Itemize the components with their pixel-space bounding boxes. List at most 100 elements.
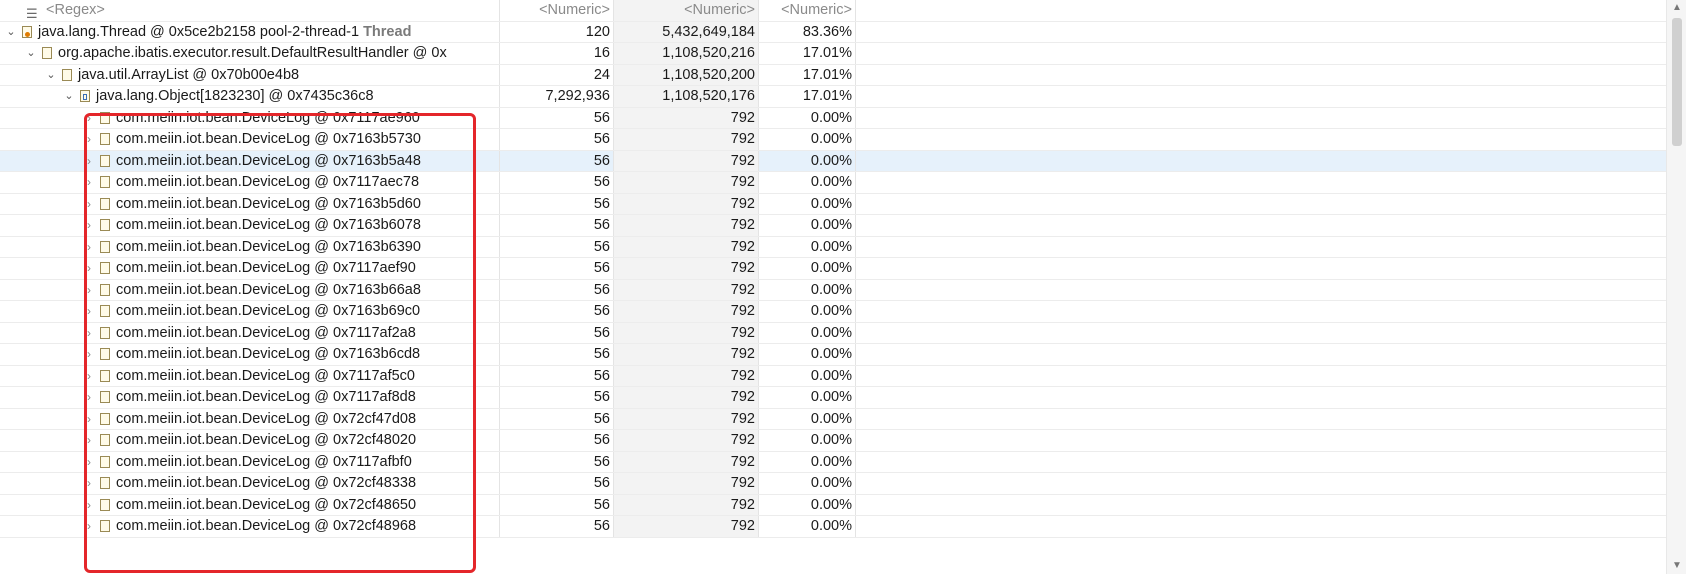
object-label: com.meiin.iot.bean.DeviceLog @ 0x72cf489… [116,516,416,537]
tree-row[interactable]: › com.meiin.iot.bean.DeviceLog @ 0x72cf48… [0,430,1666,452]
object-label: com.meiin.iot.bean.DeviceLog @ 0x7163b63… [116,237,421,258]
tree-row[interactable]: › com.meiin.iot.bean.DeviceLog @ 0x7163b6… [0,215,1666,237]
expand-arrow-icon[interactable]: › [83,387,95,408]
tree-row[interactable]: › com.meiin.iot.bean.DeviceLog @ 0x7117af… [0,387,1666,409]
object-label: com.meiin.iot.bean.DeviceLog @ 0x7117af5… [116,366,415,387]
tree-row[interactable]: › com.meiin.iot.bean.DeviceLog @ 0x72cf48… [0,516,1666,538]
object-name-cell[interactable]: › com.meiin.iot.bean.DeviceLog @ 0x7117af… [0,322,500,344]
expand-arrow-icon[interactable]: › [83,409,95,430]
tree-row[interactable]: ⌄ org.apache.ibatis.executor.result.Defau… [0,43,1666,65]
collapse-arrow-icon[interactable]: ⌄ [45,65,57,86]
collapse-arrow-icon[interactable]: ⌄ [25,43,37,64]
tree-row[interactable]: › com.meiin.iot.bean.DeviceLog @ 0x72cf48… [0,494,1666,516]
object-label: com.meiin.iot.bean.DeviceLog @ 0x7163b6c… [116,344,420,365]
object-name-cell[interactable]: › com.meiin.iot.bean.DeviceLog @ 0x7163b6… [0,215,500,236]
tree-row[interactable]: › com.meiin.iot.bean.DeviceLog @ 0x7117af… [0,451,1666,473]
tree-row[interactable]: › com.meiin.iot.bean.DeviceLog @ 0x7117ae… [0,172,1666,194]
object-name-cell[interactable]: › com.meiin.iot.bean.DeviceLog @ 0x7117af… [0,365,500,387]
object-name-cell[interactable]: › com.meiin.iot.bean.DeviceLog @ 0x7117af… [0,387,500,408]
object-name-cell[interactable]: › com.meiin.iot.bean.DeviceLog @ 0x7163b5… [0,150,500,172]
expand-arrow-icon[interactable]: › [83,151,95,172]
tree-row[interactable]: › com.meiin.iot.bean.DeviceLog @ 0x7117ae… [0,107,1666,129]
object-name-cell[interactable]: › com.meiin.iot.bean.DeviceLog @ 0x7163b5… [0,193,500,215]
tree-row[interactable]: › com.meiin.iot.bean.DeviceLog @ 0x72cf48… [0,473,1666,495]
expand-arrow-icon[interactable]: › [83,366,95,387]
expand-arrow-icon[interactable]: › [83,301,95,322]
expand-arrow-icon[interactable]: › [83,194,95,215]
tree-row[interactable]: › com.meiin.iot.bean.DeviceLog @ 0x7163b5… [0,150,1666,172]
object-name-cell[interactable]: › com.meiin.iot.bean.DeviceLog @ 0x72cf47… [0,408,500,430]
vertical-scrollbar[interactable]: ▲ ▼ [1666,0,1686,574]
object-name-cell[interactable]: › com.meiin.iot.bean.DeviceLog @ 0x7163b6… [0,236,500,258]
expand-arrow-icon[interactable]: › [83,344,95,365]
expand-arrow-icon[interactable]: › [83,280,95,301]
object-name-cell[interactable]: › com.meiin.iot.bean.DeviceLog @ 0x72cf48… [0,516,500,537]
tree-row[interactable]: › com.meiin.iot.bean.DeviceLog @ 0x7163b6… [0,279,1666,301]
retained-heap-filter[interactable]: <Numeric> [614,0,759,21]
collapse-arrow-icon[interactable]: ⌄ [63,86,75,107]
object-name-cell[interactable]: › com.meiin.iot.bean.DeviceLog @ 0x7117ae… [0,258,500,279]
scroll-down-arrow-icon[interactable]: ▼ [1667,558,1686,574]
object-label: com.meiin.iot.bean.DeviceLog @ 0x7117af8… [116,387,416,408]
object-name-cell[interactable]: › com.meiin.iot.bean.DeviceLog @ 0x7117ae… [0,107,500,129]
object-label-text: com.meiin.iot.bean.DeviceLog @ 0x72cf486… [116,496,417,513]
object-label: com.meiin.iot.bean.DeviceLog @ 0x7163b66… [116,280,421,301]
object-name-cell[interactable]: › com.meiin.iot.bean.DeviceLog @ 0x72cf48… [0,494,500,516]
object-name-cell[interactable]: ⌄ java.util.ArrayList @ 0x70b00e4b8 [0,64,500,86]
tree-row[interactable]: › com.meiin.iot.bean.DeviceLog @ 0x7163b6… [0,301,1666,323]
tree-row[interactable]: › com.meiin.iot.bean.DeviceLog @ 0x7117af… [0,322,1666,344]
shallow-heap-cell: 56 [500,107,614,128]
object-instance-icon [100,133,110,145]
tree-row[interactable]: › com.meiin.iot.bean.DeviceLog @ 0x7163b5… [0,129,1666,151]
shallow-heap-cell: 56 [500,279,614,300]
expand-arrow-icon[interactable]: › [83,172,95,193]
object-label-text: com.meiin.iot.bean.DeviceLog @ 0x7117af2… [116,324,416,341]
object-name-cell[interactable]: › com.meiin.iot.bean.DeviceLog @ 0x7163b5… [0,129,500,150]
object-name-cell[interactable]: ⌄ java.lang.Thread @ 0x5ce2b2158 pool-2-t… [0,21,500,43]
expand-arrow-icon[interactable]: › [83,108,95,129]
expand-arrow-icon[interactable]: › [83,473,95,494]
name-filter-cell[interactable]: ☰ <Regex> [0,0,500,21]
object-name-cell[interactable]: › com.meiin.iot.bean.DeviceLog @ 0x72cf48… [0,473,500,494]
object-name-cell[interactable]: › com.meiin.iot.bean.DeviceLog @ 0x7163b6… [0,344,500,365]
collapse-arrow-icon[interactable]: ⌄ [5,22,17,43]
expand-arrow-icon[interactable]: › [83,452,95,473]
filter-row: ☰ <Regex> <Numeric> <Numeric> <Numeric> [0,0,1666,22]
tree-row[interactable]: ⌄ java.lang.Object[1823230] @ 0x7435c36c8… [0,86,1666,108]
tree-row[interactable]: › com.meiin.iot.bean.DeviceLog @ 0x7163b6… [0,344,1666,366]
tree-row[interactable]: › com.meiin.iot.bean.DeviceLog @ 0x7117ae… [0,258,1666,280]
percentage-cell: 0.00% [759,344,856,365]
expand-arrow-icon[interactable]: › [83,129,95,150]
tree-row[interactable]: › com.meiin.iot.bean.DeviceLog @ 0x7163b6… [0,236,1666,258]
object-name-cell[interactable]: › com.meiin.iot.bean.DeviceLog @ 0x7117ae… [0,172,500,193]
tree-row[interactable]: › com.meiin.iot.bean.DeviceLog @ 0x7117af… [0,365,1666,387]
object-name-cell[interactable]: › com.meiin.iot.bean.DeviceLog @ 0x7117af… [0,451,500,473]
object-name-cell[interactable]: › com.meiin.iot.bean.DeviceLog @ 0x7163b6… [0,279,500,301]
expand-arrow-icon[interactable]: › [83,323,95,344]
tree-row[interactable]: ⌄ java.lang.Thread @ 0x5ce2b2158 pool-2-t… [0,21,1666,43]
name-filter-input[interactable]: <Regex> [46,0,105,21]
expand-arrow-icon[interactable]: › [83,258,95,279]
expand-arrow-icon[interactable]: › [83,495,95,516]
shallow-heap-cell: 56 [500,430,614,451]
tree-row[interactable]: › com.meiin.iot.bean.DeviceLog @ 0x72cf47… [0,408,1666,430]
object-label-text: com.meiin.iot.bean.DeviceLog @ 0x7117aef… [116,260,416,276]
percentage-filter[interactable]: <Numeric> [759,0,856,21]
retained-heap-cell: 792 [614,322,759,343]
object-name-cell[interactable]: › com.meiin.iot.bean.DeviceLog @ 0x7163b6… [0,301,500,322]
thread-object-icon [22,25,32,38]
shallow-heap-filter[interactable]: <Numeric> [500,0,614,21]
tree-row[interactable]: ⌄ java.util.ArrayList @ 0x70b00e4b8 24 1,10… [0,64,1666,86]
expand-arrow-icon[interactable]: › [83,215,95,236]
expand-arrow-icon[interactable]: › [83,237,95,258]
expand-arrow-icon[interactable]: › [83,430,95,451]
expand-arrow-icon[interactable]: › [83,516,95,537]
object-name-cell[interactable]: › com.meiin.iot.bean.DeviceLog @ 0x72cf48… [0,430,500,451]
object-label: com.meiin.iot.bean.DeviceLog @ 0x72cf480… [116,430,416,451]
scrollbar-thumb[interactable] [1672,18,1682,146]
scroll-up-arrow-icon[interactable]: ▲ [1667,0,1686,16]
object-name-cell[interactable]: ⌄ org.apache.ibatis.executor.result.Defau… [0,43,500,64]
retained-heap-cell: 792 [614,258,759,279]
tree-row[interactable]: › com.meiin.iot.bean.DeviceLog @ 0x7163b5… [0,193,1666,215]
object-name-cell[interactable]: ⌄ java.lang.Object[1823230] @ 0x7435c36c8 [0,86,500,107]
